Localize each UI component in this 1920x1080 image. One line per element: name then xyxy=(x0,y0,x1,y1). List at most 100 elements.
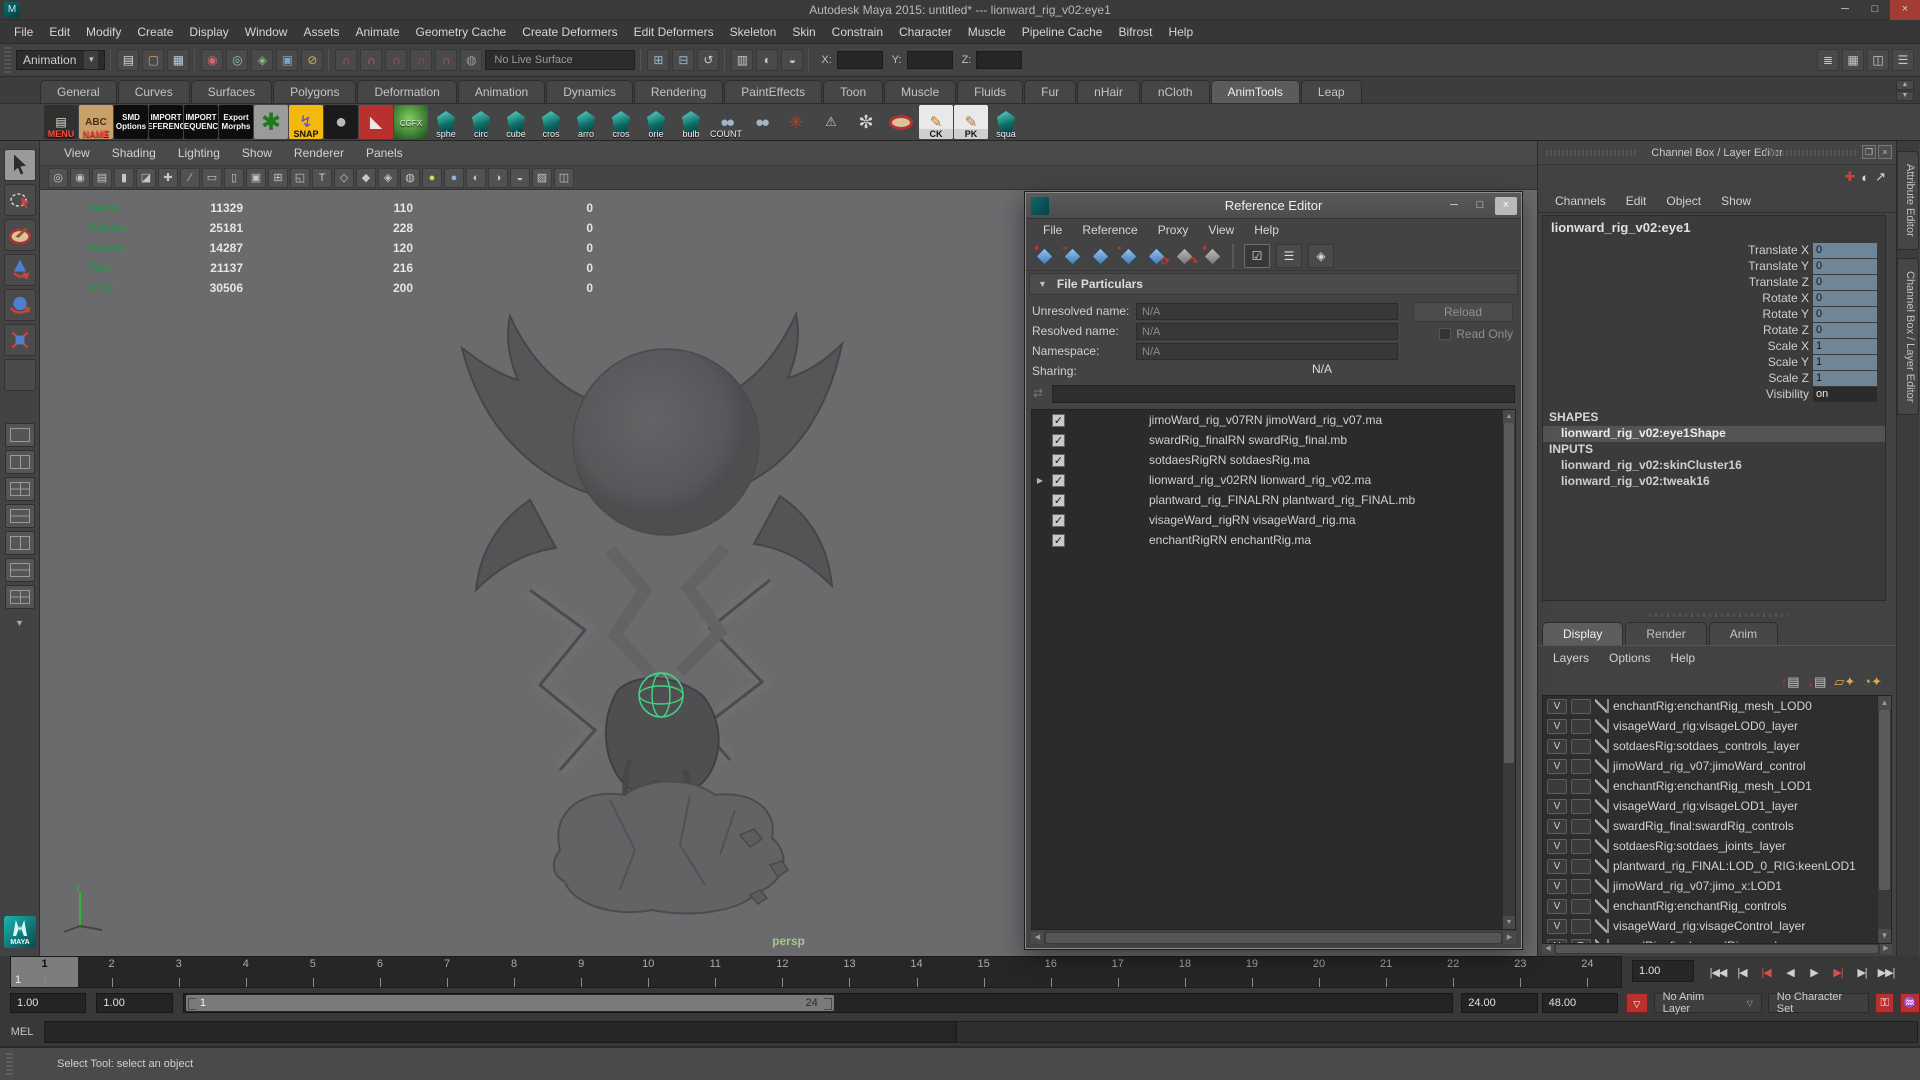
close-panel-icon[interactable]: × xyxy=(1878,145,1892,159)
layer-editor-tab[interactable]: Display xyxy=(1542,622,1623,645)
layer-playback-toggle[interactable] xyxy=(1571,759,1591,774)
shelf-name-item[interactable]: ABCNAME xyxy=(79,105,113,139)
field-input[interactable]: N/A xyxy=(1136,303,1398,320)
shelf-sphe-item[interactable]: sphe xyxy=(429,105,463,139)
status-icon[interactable]: ◎ xyxy=(226,49,248,71)
current-time-field[interactable]: 1.00 xyxy=(1632,960,1694,982)
reference-row[interactable]: ▶ ✓ enchantRigRN enchantRig.ma xyxy=(1032,530,1515,550)
layer-visibility-toggle[interactable]: V xyxy=(1547,859,1567,874)
layer-row[interactable]: V swardRig_final:swardRig_controls xyxy=(1543,816,1891,836)
shelf-menu-button[interactable]: ▲ xyxy=(1896,80,1914,90)
panel-toolbar-icon[interactable]: ● xyxy=(444,168,464,188)
reference-toolbar-icon[interactable]: ↷ xyxy=(1176,247,1194,265)
scroll-left-icon[interactable]: ◀ xyxy=(1031,932,1044,944)
panel-toolbar-icon[interactable]: ▯ xyxy=(224,168,244,188)
panel-header[interactable]: Channel Box / Layer Editor ❐ × xyxy=(1538,141,1896,165)
layer-name[interactable]: visageWard_rig:visageControl_layer xyxy=(1613,919,1805,933)
render-icon[interactable]: ◐ xyxy=(756,49,778,71)
status-icon[interactable]: ▦ xyxy=(1842,49,1864,71)
channel-value-field[interactable]: 0 xyxy=(1813,243,1877,258)
frame-cell[interactable]: 12 xyxy=(749,957,816,987)
reference-filter-input[interactable] xyxy=(1052,385,1515,403)
last-tool-slot[interactable] xyxy=(4,359,36,391)
playback-button[interactable]: |◀ xyxy=(1732,962,1752,982)
status-icon[interactable]: ◉ xyxy=(201,49,223,71)
channel-label[interactable]: Rotate Y xyxy=(1543,307,1813,321)
drag-handle[interactable] xyxy=(4,47,11,73)
minimize-button[interactable]: ─ xyxy=(1830,0,1860,20)
channel-box-menu-item[interactable]: Channels xyxy=(1546,194,1615,208)
frame-cell[interactable]: 2 xyxy=(78,957,145,987)
channel-box-menu-item[interactable]: Show xyxy=(1712,194,1760,208)
channel-label[interactable]: Scale Y xyxy=(1543,355,1813,369)
drag-handle[interactable] xyxy=(6,1053,13,1075)
playback-button[interactable]: ▶| xyxy=(1828,962,1848,982)
panel-toolbar-icon[interactable]: ◫ xyxy=(554,168,574,188)
layer-editor-tab[interactable]: Anim xyxy=(1709,622,1778,645)
range-handle-right[interactable] xyxy=(824,998,832,1010)
scroll-right-icon[interactable]: ▶ xyxy=(1503,932,1516,944)
playback-options-dropdown[interactable]: ▽ xyxy=(1626,993,1648,1013)
channel-value-field[interactable]: 1 xyxy=(1813,339,1877,354)
layer-row[interactable]: V sotdaesRig:sotdaes_controls_layer xyxy=(1543,736,1891,756)
channel-label[interactable]: Translate X xyxy=(1543,243,1813,257)
playback-button[interactable]: ▶ xyxy=(1804,962,1824,982)
layer-playback-toggle[interactable] xyxy=(1571,699,1591,714)
reference-row[interactable]: ▶ ✓ visageWard_rigRN visageWard_rig.ma xyxy=(1032,510,1515,530)
status-icon[interactable]: ◈ xyxy=(251,49,273,71)
menu-item[interactable]: Skeleton xyxy=(722,20,785,44)
menu-item[interactable]: Pipeline Cache xyxy=(1014,20,1111,44)
reload-button[interactable]: Reload xyxy=(1413,302,1513,322)
layer-list-horizontal-scrollbar[interactable]: ◀ ▶ xyxy=(1542,944,1892,954)
reference-toolbar-icon[interactable] xyxy=(1092,247,1110,265)
animation-end-field[interactable]: 48.00 xyxy=(1542,993,1618,1013)
scroll-left-icon[interactable]: ◀ xyxy=(1542,944,1554,954)
layout-more-button[interactable]: ▼ xyxy=(15,618,24,628)
panel-toolbar-icon[interactable]: ▮ xyxy=(114,168,134,188)
menu-item[interactable]: Create Deformers xyxy=(514,20,625,44)
panel-toolbar-icon[interactable]: ▤ xyxy=(92,168,112,188)
channel-label[interactable]: Translate Y xyxy=(1543,259,1813,273)
group-separator[interactable] xyxy=(192,49,198,71)
reference-loaded-checkbox[interactable]: ✓ xyxy=(1052,474,1065,487)
menu-item[interactable]: Assets xyxy=(295,20,347,44)
field-input[interactable]: N/A xyxy=(1136,343,1398,360)
reference-loaded-checkbox[interactable]: ✓ xyxy=(1052,414,1065,427)
reference-editor-menu-item[interactable]: Reference xyxy=(1073,223,1146,237)
layer-playback-toggle[interactable] xyxy=(1571,739,1591,754)
layer-visibility-toggle[interactable]: V xyxy=(1547,699,1567,714)
layer-row[interactable]: V plantward_rig_FINAL:LOD_0_RIG:keenLOD1 xyxy=(1543,856,1891,876)
panel-menu-item[interactable]: Renderer xyxy=(284,146,354,160)
minimize-button[interactable]: ─ xyxy=(1443,197,1465,215)
command-line-language-toggle[interactable]: MEL xyxy=(0,1026,44,1038)
selected-object-name[interactable]: lionward_rig_v02:eye1 xyxy=(1543,220,1885,242)
frame-cell[interactable]: 23 xyxy=(1487,957,1554,987)
panel-toolbar-icon[interactable]: ◪ xyxy=(136,168,156,188)
scroll-up-icon[interactable]: ▲ xyxy=(1503,410,1515,423)
frame-cell[interactable]: 1 1 xyxy=(11,957,78,987)
shelf-tab[interactable]: Toon xyxy=(823,80,883,103)
layer-name[interactable]: sotdaesRig:sotdaes_joints_layer xyxy=(1613,839,1786,853)
snap-icon[interactable]: ◍ xyxy=(460,49,482,71)
scroll-down-icon[interactable]: ▼ xyxy=(1878,929,1891,943)
shelf-tab[interactable]: Fluids xyxy=(957,80,1023,103)
playback-button[interactable]: |◀ xyxy=(1756,962,1776,982)
select-tool-button[interactable] xyxy=(4,149,36,181)
channel-value-field[interactable]: 1 xyxy=(1813,355,1877,370)
reference-editor-titlebar[interactable]: Reference Editor ─ □ × xyxy=(1026,193,1521,219)
shelf-squa-item[interactable]: squa xyxy=(989,105,1023,139)
layer-row[interactable]: V jimoWard_rig_v07:jimo_x:LOD1 xyxy=(1543,876,1891,896)
view-mode-toggle[interactable]: ☰ xyxy=(1276,244,1302,268)
maximize-button[interactable]: □ xyxy=(1860,0,1890,20)
layer-playback-toggle[interactable] xyxy=(1571,859,1591,874)
frame-cell[interactable]: 17 xyxy=(1084,957,1151,987)
layer-playback-toggle[interactable] xyxy=(1571,919,1591,934)
layer-color-swatch[interactable] xyxy=(1595,739,1609,753)
menu-item[interactable]: Skin xyxy=(784,20,823,44)
status-icon[interactable]: ☰ xyxy=(1892,49,1914,71)
move-layer-down-icon[interactable]: ↓▤ xyxy=(1808,674,1827,690)
reference-name[interactable]: jimoWard_rig_v07RN jimoWard_rig_v07.ma xyxy=(1149,413,1382,427)
playback-button[interactable]: ▶| xyxy=(1852,962,1872,982)
layout-two-pane-side-button[interactable] xyxy=(5,450,35,474)
layer-playback-toggle[interactable] xyxy=(1571,779,1591,794)
